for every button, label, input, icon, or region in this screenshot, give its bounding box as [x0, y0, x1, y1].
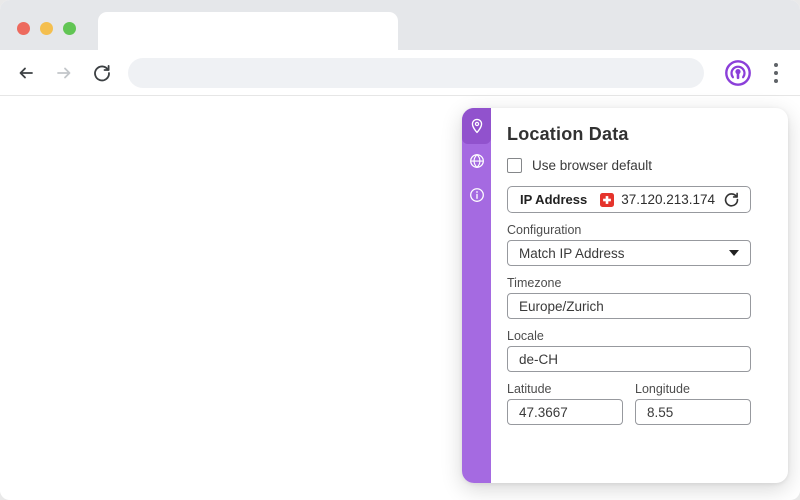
ip-address-value: 37.120.213.174 [621, 192, 716, 207]
page-content: Location Data Use browser default IP Add… [0, 96, 800, 499]
use-browser-default-checkbox[interactable] [507, 158, 522, 173]
sidebar-item-location[interactable] [462, 108, 491, 144]
sidebar-item-globe[interactable] [462, 144, 491, 178]
ip-address-box: IP Address 37.120.213.174 [507, 186, 751, 213]
use-browser-default-label: Use browser default [532, 158, 653, 173]
browser-titlebar [0, 0, 800, 50]
popup-sidebar [462, 108, 491, 483]
forward-arrow-icon [57, 67, 71, 78]
address-bar[interactable] [128, 57, 704, 88]
traffic-lights [17, 22, 76, 35]
switzerland-flag-icon [600, 192, 615, 207]
configuration-selected-value: Match IP Address [519, 245, 625, 261]
locale-label: Locale [507, 329, 544, 343]
window-zoom-button[interactable] [63, 22, 76, 35]
locale-input[interactable] [507, 346, 751, 372]
browser-tab[interactable] [98, 12, 398, 50]
back-arrow-icon [19, 67, 33, 78]
window-minimize-button[interactable] [40, 22, 53, 35]
kebab-menu-icon [774, 62, 778, 67]
info-icon [469, 188, 484, 202]
globe-icon [469, 153, 484, 169]
latitude-input[interactable] [507, 399, 623, 425]
forward-button[interactable] [54, 63, 74, 83]
browser-toolbar [0, 50, 800, 96]
configuration-label: Configuration [507, 223, 582, 237]
window-close-button[interactable] [17, 22, 30, 35]
chevron-down-icon [729, 250, 739, 256]
longitude-input[interactable] [635, 399, 751, 425]
refresh-ip-button[interactable] [723, 191, 740, 208]
browser-menu-button[interactable] [768, 62, 784, 83]
location-pin-icon [471, 118, 482, 134]
latitude-label: Latitude [507, 382, 552, 396]
sidebar-item-info[interactable] [462, 178, 491, 212]
reload-button[interactable] [92, 63, 112, 83]
location-guard-extension-button[interactable] [724, 59, 752, 87]
browser-window: Location Data Use browser default IP Add… [0, 0, 800, 500]
reload-icon [94, 64, 110, 81]
timezone-label: Timezone [507, 276, 562, 290]
refresh-icon [724, 192, 739, 207]
ip-address-label: IP Address [520, 192, 588, 207]
extension-popup: Location Data Use browser default IP Add… [462, 108, 788, 483]
use-browser-default-row[interactable]: Use browser default [507, 158, 751, 173]
configuration-select[interactable]: Match IP Address [507, 240, 751, 266]
location-guard-extension-icon [725, 59, 751, 86]
lat-long-row: Latitude Longitude [507, 382, 751, 435]
popup-main: Location Data Use browser default IP Add… [491, 108, 788, 483]
back-button[interactable] [16, 63, 36, 83]
longitude-label: Longitude [635, 382, 690, 396]
timezone-input[interactable] [507, 293, 751, 319]
panel-title: Location Data [507, 124, 629, 144]
